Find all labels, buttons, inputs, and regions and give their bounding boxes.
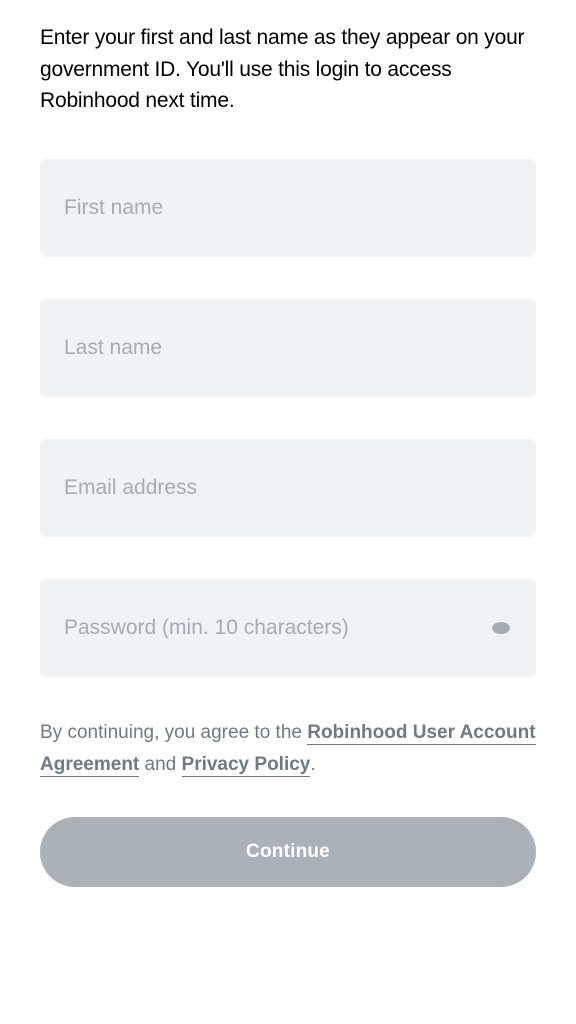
last-name-input[interactable]: [64, 336, 512, 360]
legal-conjunction: and: [139, 754, 181, 775]
last-name-field[interactable]: [40, 299, 536, 397]
password-input[interactable]: [64, 616, 512, 640]
first-name-field[interactable]: [40, 159, 536, 257]
email-input[interactable]: [64, 476, 512, 500]
instruction-text: Enter your first and last name as they a…: [40, 22, 536, 117]
legal-text: By continuing, you agree to the Robinhoo…: [40, 717, 536, 782]
continue-button[interactable]: Continue: [40, 817, 536, 887]
legal-prefix: By continuing, you agree to the: [40, 722, 307, 743]
eye-icon[interactable]: [492, 622, 510, 634]
password-field[interactable]: [40, 579, 536, 677]
privacy-link[interactable]: Privacy Policy: [182, 754, 311, 777]
first-name-input[interactable]: [64, 196, 512, 220]
legal-suffix: .: [310, 754, 315, 775]
email-field[interactable]: [40, 439, 536, 537]
